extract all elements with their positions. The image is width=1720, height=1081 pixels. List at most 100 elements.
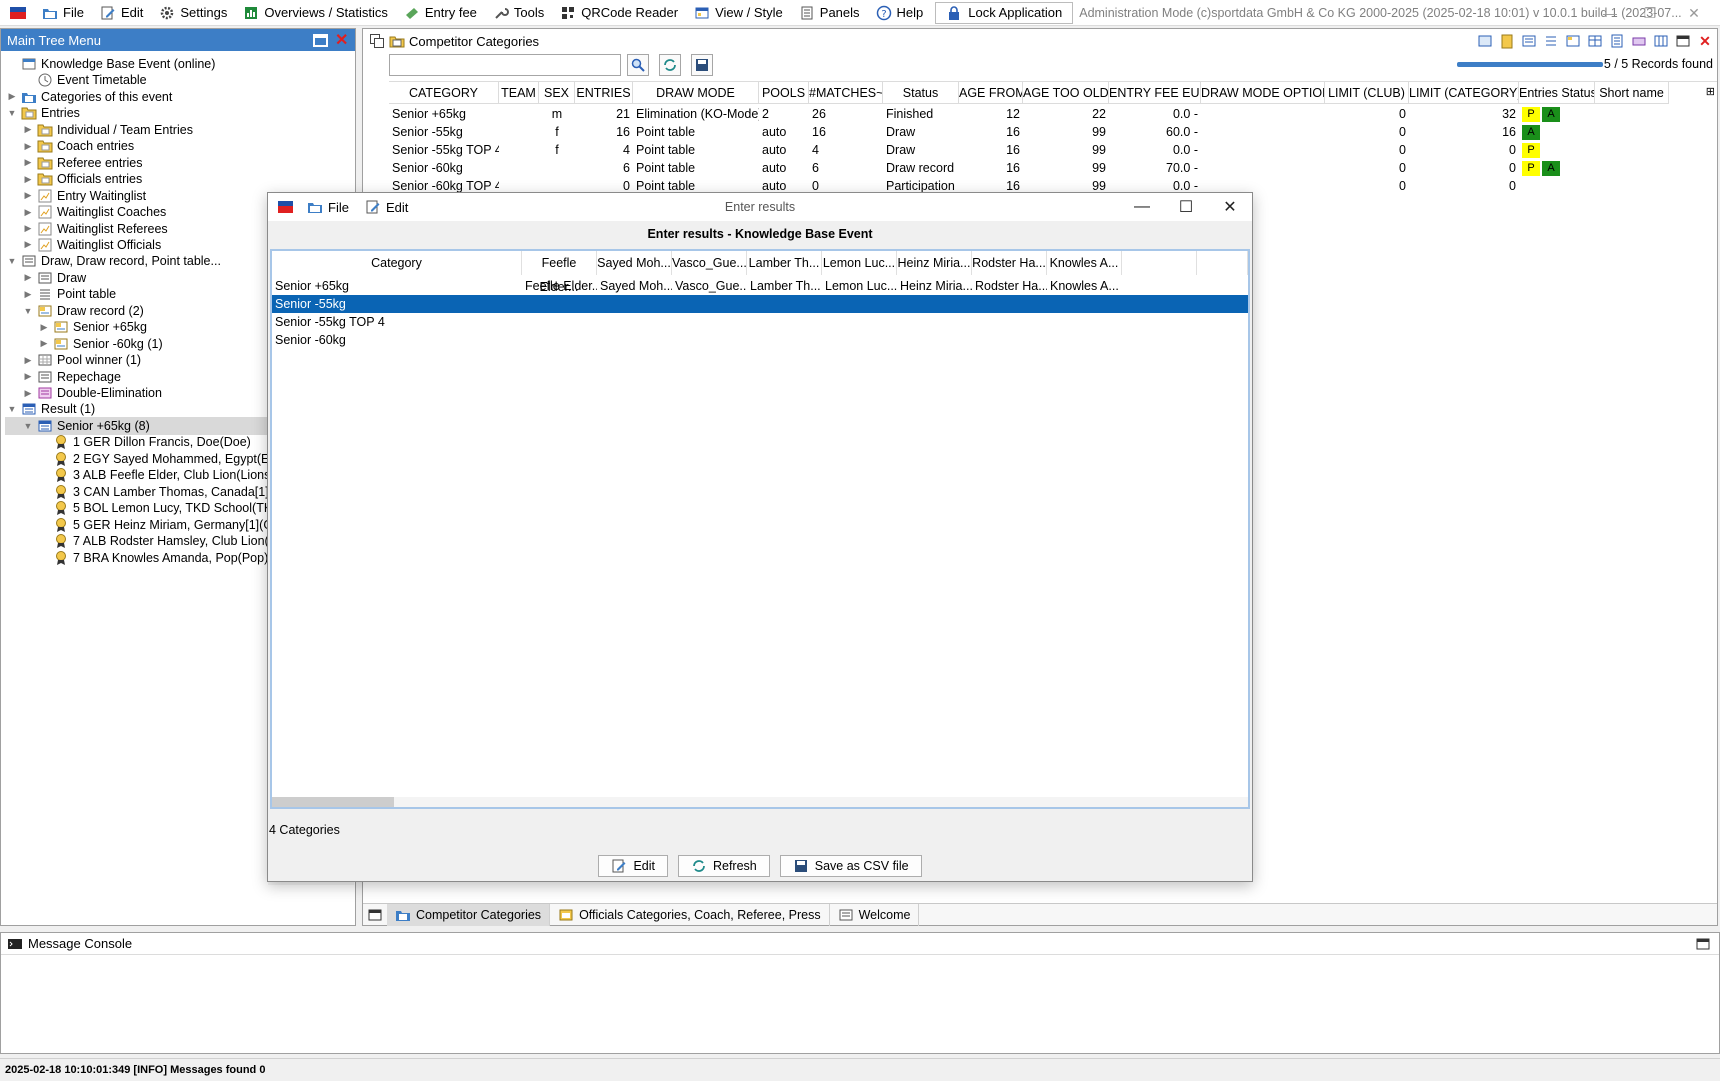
clipboard-icon[interactable] [1499,33,1515,49]
save-csv-button[interactable]: Save as CSV file [779,855,922,877]
results-column-header[interactable]: Lemon Luc... [822,251,897,275]
results-competitor-cell[interactable] [1197,277,1248,295]
tree-item-coach-entries[interactable]: ▶ Coach entries [23,137,135,155]
tree-item-7-alb-rodster-hamsley-club-lion-l[interactable]: 7 ALB Rodster Hamsley, Club Lion(L [39,532,276,550]
expand-icon[interactable]: ▶ [23,388,33,399]
menu-qrcode-reader[interactable]: QRCode Reader [552,0,686,26]
export-icon[interactable] [1477,33,1493,49]
results-row-senior-60kg[interactable]: Senior -60kg [272,331,1248,349]
maximize-panel-icon[interactable] [1675,33,1691,49]
results-column-header[interactable]: Lamber Th... [747,251,822,275]
tab-officials-categories-coach-referee-press[interactable]: Officials Categories, Coach, Referee, Pr… [550,903,830,926]
column-header-sex[interactable]: SEX [539,82,575,104]
results-column-header[interactable]: Knowles A... [1047,251,1122,275]
column-header-pools[interactable]: POOLS [759,82,809,104]
tab-competitor-categories[interactable]: Competitor Categories [387,903,551,926]
collapse-icon[interactable]: ▼ [7,108,17,118]
search-button[interactable] [627,54,649,76]
results-column-header[interactable] [1122,251,1197,275]
tree-item-5-ger-heinz-miriam-germany-1-ge[interactable]: 5 GER Heinz Miriam, Germany[1](GE [39,516,281,534]
column-header-entries-status[interactable]: Entries Status [1519,82,1595,104]
dialog-menu-edit[interactable]: Edit [357,199,416,215]
maximize-console-icon[interactable] [1695,936,1711,952]
scrollbar-thumb[interactable] [272,797,394,807]
tree-item-entry-waitinglist[interactable]: ▶ Entry Waitinglist [23,187,147,205]
expand-icon[interactable]: ▶ [23,239,33,250]
expand-icon[interactable]: ▶ [39,322,49,333]
results-horizontal-scrollbar[interactable] [272,797,1248,807]
copy-window-icon[interactable] [369,33,385,49]
tree-item-draw-draw-record-point-table[interactable]: ▼ Draw, Draw record, Point table... [7,252,221,270]
results-row-senior-65kg[interactable]: Senior +65kg Feefle Elder... Sayed Moh... V… [272,277,1248,295]
panel-toggle-icon[interactable] [367,907,383,923]
results-row-senior-55kg-top-4[interactable]: Senior -55kg TOP 4 [272,313,1248,331]
results-competitor-cell[interactable]: Feefle Elder... [522,277,597,295]
tree-item-1-ger-dillon-francis-doe-doe[interactable]: 1 GER Dillon Francis, Doe(Doe) [39,433,251,451]
menu-panels[interactable]: Panels [791,0,868,26]
results-competitor-cell[interactable]: Sayed Moh... [597,277,672,295]
table-icon[interactable] [1587,33,1603,49]
tree-item-waitinglist-referees[interactable]: ▶ Waitinglist Referees [23,220,168,238]
close-panel-icon[interactable]: ✕ [1697,33,1713,49]
collapse-icon[interactable]: ▼ [23,421,33,431]
column-header-entry-fee-eur[interactable]: ENTRY FEE EUR [1109,82,1201,104]
tree-item-3-alb-feefle-elder-club-lion-lions[interactable]: 3 ALB Feefle Elder, Club Lion(Lions) [39,466,275,484]
menu-entry-fee[interactable]: Entry fee [396,0,485,26]
menu-tools[interactable]: Tools [485,0,552,26]
document-icon[interactable] [1609,33,1625,49]
column-header-status[interactable]: Status [883,82,959,104]
expand-icon[interactable]: ▶ [23,174,33,185]
tree-item-knowledge-base-event-online[interactable]: Knowledge Base Event (online) [7,55,215,73]
expand-icon[interactable]: ▶ [23,272,33,283]
menu-overviews-statistics[interactable]: Overviews / Statistics [235,0,396,26]
refresh-results-button[interactable]: Refresh [677,855,770,877]
menu-help[interactable]: ? Help [868,0,932,26]
expand-icon[interactable]: ▶ [23,289,33,300]
results-column-header[interactable]: Sayed Moh... [597,251,672,275]
results-competitor-cell[interactable]: Heinz Miria... [897,277,972,295]
tree-item-officials-entries[interactable]: ▶ Officials entries [23,170,143,188]
results-row-senior-55kg[interactable]: Senior -55kg [272,295,1248,313]
results-column-header[interactable]: Rodster Ha... [972,251,1047,275]
column-header-age-from[interactable]: AGE FROM [959,82,1023,104]
column-header-team[interactable]: TEAM [499,82,539,104]
tree-item-senior-60kg-1[interactable]: ▶ Senior -60kg (1) [39,335,163,353]
search-input[interactable] [389,54,621,76]
column-header-short-name[interactable]: Short name [1595,82,1669,104]
column-chooser-icon[interactable]: ⊞ [1706,85,1715,98]
save-button[interactable] [691,54,713,76]
dialog-maximize-button[interactable]: ☐ [1164,193,1208,221]
table-row[interactable]: Senior +65kg m 21 Elimination (KO-Mode) 2 26 F… [389,105,1669,123]
table-row[interactable]: Senior -55kg f 16 Point table auto 16 Draw 16 99… [389,123,1669,141]
results-competitor-cell[interactable]: Rodster Ha... [972,277,1047,295]
tree-item-2-egy-sayed-mohammed-egypt-eg[interactable]: 2 EGY Sayed Mohammed, Egypt(EG [39,450,279,468]
results-competitor-cell[interactable]: Knowles A... [1047,277,1122,295]
results-competitor-cell[interactable]: Vasco_Gue... [672,277,747,295]
dialog-close-button[interactable]: ✕ [1208,193,1252,221]
tree-item-event-timetable[interactable]: Event Timetable [23,71,147,89]
menu-edit[interactable]: Edit [92,0,151,26]
tree-item-3-can-lamber-thomas-canada-1[interactable]: 3 CAN Lamber Thomas, Canada[1]( [39,483,273,501]
close-panel-icon[interactable]: ✕ [335,30,351,49]
column-header-draw-mode-option[interactable]: DRAW MODE OPTION [1201,82,1325,104]
column-header-limit-club[interactable]: LIMIT (CLUB) [1325,82,1409,104]
expand-icon[interactable]: ▶ [23,190,33,201]
tree-item-entries[interactable]: ▼ Entries [7,104,80,122]
column-header-draw-mode[interactable]: DRAW MODE [633,82,759,104]
expand-icon[interactable]: ▶ [39,338,49,349]
column-header-matches[interactable]: #MATCHES~ [809,82,883,104]
tree-item-categories-of-this-event[interactable]: ▶ Categories of this event [7,88,173,106]
menu-settings[interactable]: Settings [151,0,235,26]
tree-item-referee-entries[interactable]: ▶ Referee entries [23,154,143,172]
menu-file[interactable]: File [34,0,92,26]
results-competitor-cell[interactable]: Lemon Luc... [822,277,897,295]
collapse-icon[interactable]: ▼ [7,256,17,266]
tree-item-senior-65kg[interactable]: ▶ Senior +65kg [39,318,147,336]
print-icon[interactable] [1631,33,1647,49]
ordered-list-icon[interactable] [1543,33,1559,49]
minimize-button[interactable]: — [1590,0,1630,26]
tree-item-repechage[interactable]: ▶ Repechage [23,368,121,386]
collapse-icon[interactable]: ▼ [7,404,17,414]
tree-item-senior-65kg-8[interactable]: ▼ Senior +65kg (8) [5,416,267,435]
settings-grid-icon[interactable] [1565,33,1581,49]
